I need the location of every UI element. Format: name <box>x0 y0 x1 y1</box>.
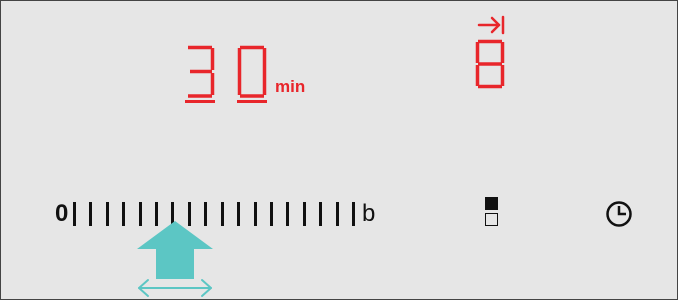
slider-tick[interactable] <box>73 202 76 226</box>
slider-tick[interactable] <box>237 202 241 226</box>
left-right-arrow-icon <box>135 277 215 303</box>
slider-max-label: b <box>362 200 376 227</box>
power-level-digit[interactable] <box>475 39 505 89</box>
up-arrow-icon <box>133 219 217 285</box>
slider-tick[interactable] <box>286 202 290 226</box>
slider-tick[interactable] <box>269 202 273 226</box>
timer-unit-label: min <box>275 77 306 96</box>
filled-square-icon <box>485 197 498 210</box>
slider-tick[interactable] <box>352 202 355 226</box>
slider-tick[interactable] <box>335 202 339 226</box>
clock-icon[interactable] <box>605 200 633 228</box>
slider-tick[interactable] <box>253 202 257 226</box>
timer-digit-ones-underline <box>237 100 267 103</box>
slider-tick[interactable] <box>319 202 323 226</box>
timer-digit-ones[interactable] <box>237 45 267 99</box>
cooktop-control-panel: min 0 b <box>0 0 678 300</box>
timer-digit-tens-underline <box>185 100 215 103</box>
slider-min-label: 0 <box>55 200 69 227</box>
slider-tick[interactable] <box>89 202 93 226</box>
zone-select-icon[interactable] <box>485 197 499 229</box>
empty-square-icon <box>485 213 498 226</box>
arrow-to-bar-icon <box>476 14 506 36</box>
slider-tick[interactable] <box>105 202 109 226</box>
slider-tick[interactable] <box>122 202 126 226</box>
slider-tick[interactable] <box>302 202 306 226</box>
slider-tick[interactable] <box>220 202 224 226</box>
timer-digit-tens[interactable] <box>185 45 215 99</box>
